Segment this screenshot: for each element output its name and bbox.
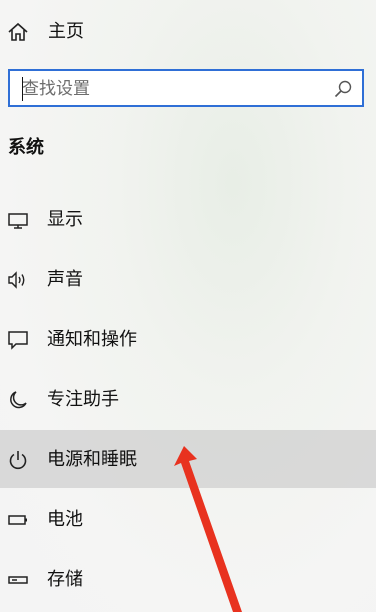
home-link[interactable]: 主页 — [0, 10, 376, 52]
storage-icon — [7, 569, 29, 591]
nav-item-label: 声音 — [47, 269, 83, 290]
battery-icon — [7, 509, 29, 531]
nav-item-label: 专注助手 — [47, 389, 119, 410]
section-title: 系统 — [8, 137, 44, 158]
nav-item-sound[interactable]: 声音 — [0, 250, 376, 308]
search-box[interactable] — [8, 69, 364, 107]
nav-item-focus-assist[interactable]: 专注助手 — [0, 370, 376, 428]
nav-item-label: 电池 — [47, 509, 83, 530]
nav-item-label: 电源和睡眠 — [47, 449, 137, 470]
search-input[interactable] — [22, 77, 322, 101]
home-icon — [7, 21, 29, 43]
nav-item-storage[interactable]: 存储 — [0, 550, 376, 608]
nav-item-power-sleep[interactable]: 电源和睡眠 — [0, 430, 376, 488]
nav-item-battery[interactable]: 电池 — [0, 490, 376, 548]
sound-icon — [7, 269, 29, 291]
text-caret — [22, 77, 23, 101]
search-icon[interactable] — [334, 80, 352, 98]
display-icon — [7, 209, 29, 231]
nav-item-label: 显示 — [47, 209, 83, 230]
notifications-icon — [7, 329, 29, 351]
nav-item-notifications[interactable]: 通知和操作 — [0, 310, 376, 368]
home-label: 主页 — [48, 21, 84, 42]
moon-icon — [7, 389, 29, 411]
nav-item-label: 存储 — [47, 569, 83, 590]
nav-item-label: 通知和操作 — [47, 329, 137, 350]
power-icon — [7, 449, 29, 471]
nav-item-display[interactable]: 显示 — [0, 190, 376, 248]
